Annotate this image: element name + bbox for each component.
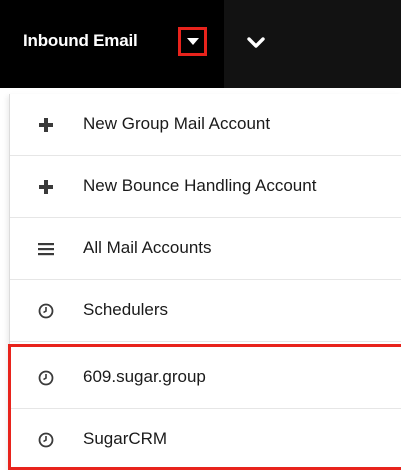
menu-item-schedulers[interactable]: Schedulers bbox=[10, 280, 401, 342]
module-tab-label[interactable]: Inbound Email bbox=[23, 31, 138, 51]
menu-item-sugarcrm[interactable]: SugarCRM bbox=[10, 409, 401, 470]
menu-item-all-mail-accounts[interactable]: All Mail Accounts bbox=[10, 218, 401, 280]
plus-icon bbox=[37, 116, 55, 134]
module-dropdown-menu: New Group Mail Account New Bounce Handli… bbox=[9, 94, 401, 470]
more-modules-button[interactable] bbox=[245, 32, 267, 54]
menu-item-609-sugar-group[interactable]: 609.sugar.group bbox=[10, 347, 401, 409]
chevron-down-icon bbox=[245, 37, 267, 58]
plus-icon bbox=[37, 178, 55, 196]
top-navigation-bar: Inbound Email bbox=[0, 0, 401, 88]
menu-item-label: 609.sugar.group bbox=[83, 367, 206, 386]
menu-item-label: New Group Mail Account bbox=[83, 114, 271, 133]
menu-item-new-group-mail-account[interactable]: New Group Mail Account bbox=[10, 94, 401, 156]
menu-item-label: All Mail Accounts bbox=[83, 238, 212, 257]
module-menu-toggle-button[interactable] bbox=[178, 27, 207, 56]
menu-item-label: Schedulers bbox=[83, 300, 169, 319]
menu-item-new-bounce-handling-account[interactable]: New Bounce Handling Account bbox=[10, 156, 401, 218]
menu-item-label: New Bounce Handling Account bbox=[83, 176, 317, 195]
page-background bbox=[0, 88, 9, 470]
list-icon bbox=[37, 240, 55, 258]
screenshot-root: Inbound Email New Group Mail Account New… bbox=[0, 0, 401, 470]
menu-item-label: SugarCRM bbox=[83, 429, 168, 448]
clock-icon bbox=[37, 302, 55, 320]
clock-icon bbox=[37, 431, 55, 449]
module-tab-inbound-email[interactable]: Inbound Email bbox=[0, 0, 224, 88]
clock-icon bbox=[37, 369, 55, 387]
